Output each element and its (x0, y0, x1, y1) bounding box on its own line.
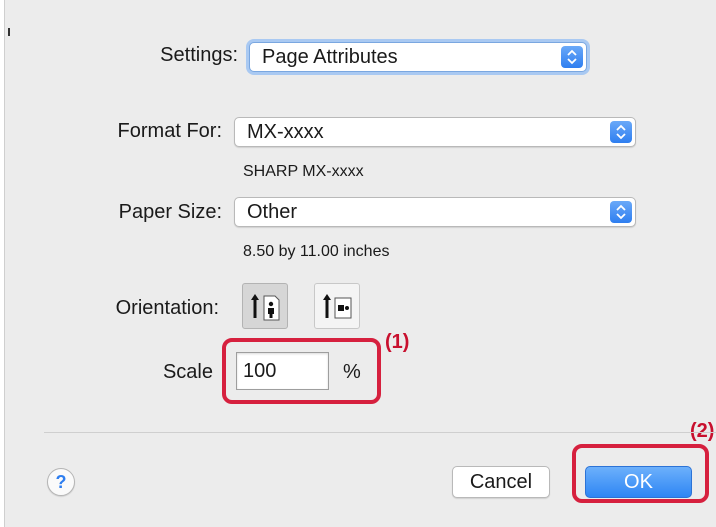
callout-1: (1) (385, 331, 410, 353)
landscape-orientation-button[interactable] (314, 283, 360, 329)
orientation-label: Orientation: (115, 297, 219, 319)
format-for-value: MX-xxxx (247, 121, 324, 143)
cancel-button[interactable]: Cancel (452, 466, 550, 498)
paper-size-label: Paper Size: (118, 201, 222, 223)
window-edge-mark (8, 28, 10, 36)
paper-size-value: Other (247, 201, 298, 223)
landscape-orientation-icon (323, 294, 352, 319)
portrait-orientation-button[interactable] (242, 283, 288, 329)
portrait-orientation-icon (251, 294, 280, 321)
settings-popup[interactable]: Page Attributes (249, 42, 587, 72)
settings-value: Page Attributes (262, 46, 398, 68)
help-button[interactable]: ? (47, 468, 75, 496)
paper-size-popup[interactable]: Other (234, 197, 636, 227)
ok-button[interactable]: OK (585, 466, 692, 498)
printer-description: SHARP MX-xxxx (243, 163, 364, 180)
scale-label: Scale (162, 361, 213, 383)
popup-arrows-icon (561, 46, 583, 68)
scale-highlight-box (222, 338, 381, 404)
popup-arrows-icon (610, 201, 632, 223)
settings-label: Settings: (160, 44, 238, 66)
format-for-label: Format For: (117, 120, 222, 142)
popup-arrows-icon (610, 121, 632, 143)
dialog-divider (44, 432, 716, 433)
format-for-popup[interactable]: MX-xxxx (234, 117, 636, 147)
paper-dimensions: 8.50 by 11.00 inches (243, 243, 390, 260)
